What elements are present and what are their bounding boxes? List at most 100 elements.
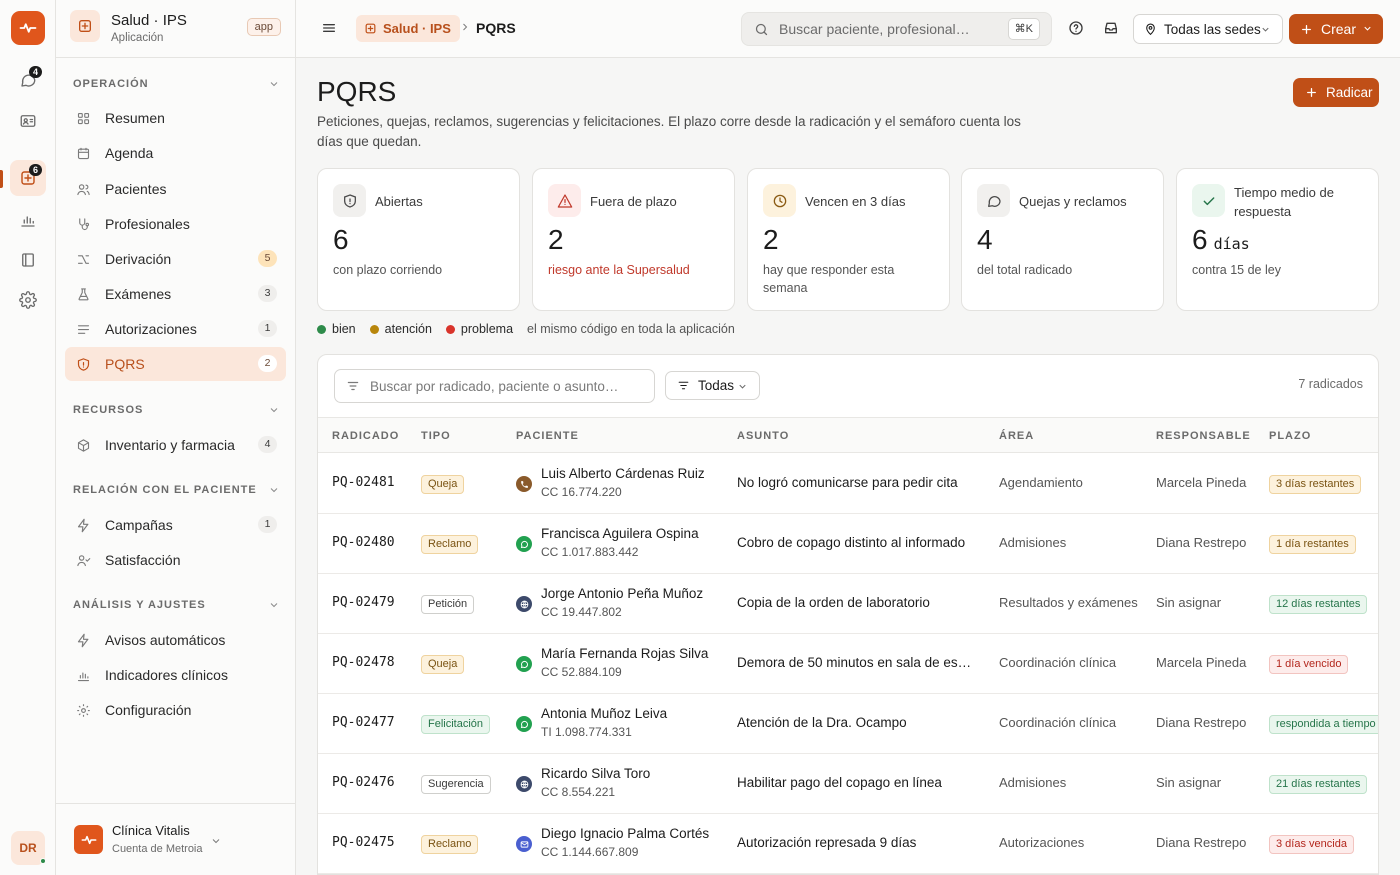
count-badge: 1 (258, 320, 277, 337)
sidebar-item-profesionales[interactable]: Profesionales (65, 207, 286, 241)
inbox-icon[interactable] (1103, 20, 1119, 36)
sidebar-item-derivacion[interactable]: Derivación 5 (65, 242, 286, 276)
sidebar-item-pacientes[interactable]: Pacientes (65, 172, 286, 206)
table-row[interactable]: PQ-02481 Queja Luis Alberto Cárdenas Ruiz C… (318, 454, 1378, 514)
kpi-value: 2 (548, 224, 564, 255)
filter-lines-icon (346, 379, 360, 393)
asunto: Copia de la orden de laboratorio (737, 595, 930, 610)
sidebar-item-inventario[interactable]: Inventario y farmacia 4 (65, 428, 286, 462)
type-filter-select[interactable]: Todas (665, 371, 760, 400)
patient-name[interactable]: Ricardo Silva Toro (541, 766, 650, 781)
sidebar-item-pqrs[interactable]: PQRS 2 (65, 347, 286, 381)
patient-name[interactable]: María Fernanda Rojas Silva (541, 646, 708, 661)
user-avatar[interactable]: DR (11, 831, 46, 865)
pulse-logo-icon (74, 825, 103, 854)
patient-name[interactable]: Antonia Muñoz Leiva (541, 706, 667, 721)
section-operacion[interactable]: OPERACIÓN (73, 78, 280, 90)
column-header[interactable]: RADICADO (332, 430, 399, 442)
sidebar-item-examenes[interactable]: Exámenes 3 (65, 277, 286, 311)
plazo-badge: 1 día vencido (1269, 655, 1349, 674)
sidebar-item-indicadores[interactable]: Indicadores clínicos (65, 658, 286, 692)
sidebar-item-resumen[interactable]: Resumen (65, 101, 286, 135)
rail-settings-button[interactable] (10, 282, 46, 318)
responsable: Diana Restrepo (1156, 835, 1247, 850)
column-header[interactable]: ASUNTO (737, 430, 789, 442)
tipo-badge: Reclamo (421, 535, 479, 554)
rail-messages-button[interactable]: 4 (10, 62, 46, 98)
column-header[interactable]: ÁREA (999, 430, 1034, 442)
plazo-badge: 12 días restantes (1269, 595, 1368, 614)
table-row[interactable]: PQ-02478 Queja María Fernanda Rojas Silva C… (318, 634, 1378, 694)
section-title: ANÁLISIS Y AJUSTES (73, 599, 206, 611)
responsable: Diana Restrepo (1156, 715, 1247, 730)
count-badge: 1 (258, 516, 277, 533)
column-header[interactable]: RESPONSABLE (1156, 430, 1251, 442)
table-row[interactable]: PQ-02475 Reclamo Diego Ignacio Palma Corté… (318, 814, 1378, 874)
kpi-fuera-de-plazo: Fuera de plazo 2 riesgo ante la Supersal… (532, 168, 735, 311)
table-row[interactable]: PQ-02479 Petición Jorge Antonio Peña Muñoz… (318, 574, 1378, 634)
sidebar-item-agenda[interactable]: Agenda (65, 136, 286, 170)
grid-icon (75, 110, 91, 126)
rail-analytics-button[interactable] (10, 202, 46, 238)
rail-docs-button[interactable] (10, 242, 46, 278)
section-relacion-paciente[interactable]: RELACIÓN CON EL PACIENTE (73, 484, 280, 496)
table-header: RADICADO TIPO PACIENTE ASUNTO ÁREA RESPO… (318, 417, 1378, 453)
org-switcher[interactable]: Clínica Vitalis Cuenta de Metroia (56, 803, 296, 875)
radicado-id: PQ-02475 (332, 835, 395, 850)
kpi-unit: días (1213, 235, 1250, 253)
patient-name[interactable]: Luis Alberto Cárdenas Ruiz (541, 466, 705, 481)
main-content: PQRS Peticiones, quejas, reclamos, suger… (296, 58, 1400, 875)
responsable: Marcela Pineda (1156, 475, 1247, 490)
sidebar-item-label: Avisos automáticos (105, 632, 226, 648)
tipo-badge: Felicitación (421, 715, 491, 734)
count-badge: 4 (258, 436, 277, 453)
sidebar-item-avisos[interactable]: Avisos automáticos (65, 623, 286, 657)
type-filter-label: Todas (698, 378, 735, 393)
kpi-label: Fuera de plazo (590, 194, 677, 209)
app-switcher[interactable]: Salud · IPS Aplicación app (56, 0, 295, 58)
section-recursos[interactable]: RECURSOS (73, 404, 280, 416)
chevron-down-icon (210, 835, 222, 847)
sidebar-item-campanas[interactable]: Campañas 1 (65, 508, 286, 542)
pulse-logo-icon[interactable] (11, 11, 45, 45)
plus-icon (1300, 23, 1313, 36)
breadcrumb-app[interactable]: Salud · IPS (356, 15, 460, 42)
medical-box-icon (364, 22, 377, 35)
table-row[interactable]: PQ-02480 Reclamo Francisca Aguilera Ospina… (318, 514, 1378, 574)
rail-active-indicator (0, 170, 3, 188)
radicar-button[interactable]: Radicar (1293, 78, 1379, 107)
kpi-sub: del total radicado (977, 263, 1073, 277)
count-badge: 3 (258, 285, 277, 302)
shield-icon (75, 356, 91, 372)
box-icon (75, 437, 91, 453)
table-row[interactable]: PQ-02477 Felicitación Antonia Muñoz Leiva T… (318, 694, 1378, 754)
message-icon (977, 184, 1010, 217)
section-title: RECURSOS (73, 404, 144, 416)
column-header[interactable]: PLAZO (1269, 430, 1311, 442)
patient-name[interactable]: Diego Ignacio Palma Cortés (541, 826, 709, 841)
global-search[interactable]: Buscar paciente, profesional… ⌘K (741, 12, 1052, 46)
rail-apps-button[interactable]: 6 (10, 160, 46, 196)
chevron-down-icon (1362, 23, 1373, 34)
patient-name[interactable]: Jorge Antonio Peña Muñoz (541, 586, 703, 601)
column-header[interactable]: PACIENTE (516, 430, 579, 442)
sede-select[interactable]: Todas las sedes (1133, 14, 1283, 44)
patient-document: CC 8.554.221 (541, 785, 616, 799)
help-icon[interactable] (1068, 20, 1084, 36)
table-search-input[interactable]: Buscar por radicado, paciente o asunto… (334, 369, 655, 403)
table-row[interactable]: PQ-02476 Sugerencia Ricardo Silva Toro CC 8… (318, 754, 1378, 814)
clock-icon (763, 184, 796, 217)
sidebar-item-configuracion[interactable]: Configuración (65, 693, 286, 727)
menu-icon[interactable] (321, 20, 337, 36)
chevron-down-icon (268, 484, 280, 496)
legend-label: atención (384, 322, 432, 336)
column-header[interactable]: TIPO (421, 430, 451, 442)
sidebar-item-satisfaccion[interactable]: Satisfacción (65, 543, 286, 577)
sidebar-item-autorizaciones[interactable]: Autorizaciones 1 (65, 312, 286, 346)
rail-contacts-button[interactable] (10, 103, 46, 139)
patient-name[interactable]: Francisca Aguilera Ospina (541, 526, 699, 541)
check-icon (1192, 184, 1225, 217)
crear-button[interactable]: Crear (1289, 14, 1383, 44)
section-analisis-ajustes[interactable]: ANÁLISIS Y AJUSTES (73, 599, 280, 611)
radicado-id: PQ-02476 (332, 775, 395, 790)
